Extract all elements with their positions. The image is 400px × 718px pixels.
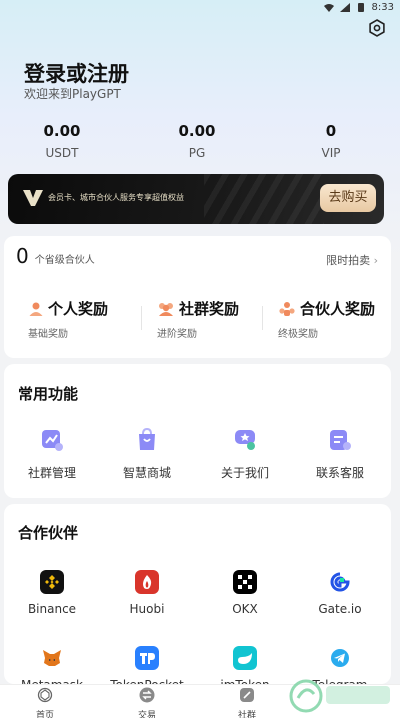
stat-label: VIP	[321, 146, 341, 160]
chart-icon	[42, 430, 63, 451]
imtoken-icon	[233, 646, 257, 670]
binance-icon	[40, 570, 64, 594]
clock-time: 8:33	[371, 1, 394, 13]
reward-subtitle: 终极奖励	[278, 329, 318, 340]
stat-pg[interactable]: 0.00 PG	[147, 122, 247, 160]
tab-label: 交易	[137, 711, 156, 718]
okx-icon	[233, 570, 257, 594]
tab-label: 首页	[35, 711, 54, 718]
partner-count: 0	[16, 244, 29, 268]
wifi-icon	[323, 3, 334, 12]
reward-title: 个人奖励	[48, 300, 109, 318]
partners-icon	[279, 301, 295, 316]
banner-stripes	[204, 174, 324, 224]
telegram-icon	[328, 646, 352, 670]
function-label: 联系客服	[315, 466, 364, 480]
functions-title: 常用功能	[18, 385, 79, 403]
divider	[141, 306, 142, 330]
huobi-icon	[135, 570, 159, 594]
badge-icon	[235, 430, 255, 450]
stat-value: 0.00	[43, 122, 81, 140]
reward-subtitle: 基础奖励	[28, 329, 68, 340]
welcome-subtitle: 欢迎来到PlayGPT	[24, 87, 121, 101]
community-icon	[240, 688, 254, 702]
person-icon	[29, 302, 43, 316]
partner-binance[interactable]: Binance	[7, 570, 97, 616]
reward-title: 合伙人奖励	[300, 300, 376, 318]
stat-label: USDT	[45, 146, 79, 160]
signal-icon	[339, 2, 350, 12]
function-smart-mall[interactable]: 智慧商城	[102, 427, 192, 481]
shop-bag-icon	[139, 427, 155, 450]
limited-auction-link[interactable]: 限时拍卖 ›	[326, 252, 378, 268]
function-label: 社群管理	[27, 466, 76, 480]
settings-gear-icon[interactable]	[368, 19, 386, 37]
auction-label: 限时拍卖	[326, 254, 371, 267]
tokenpocket-icon	[135, 646, 159, 670]
stat-value: 0	[325, 122, 337, 140]
divider	[262, 306, 263, 330]
partner-gateio[interactable]: Gate.io	[295, 570, 385, 616]
reward-community[interactable]: 社群奖励 进阶奖励	[157, 298, 240, 340]
partner-label: Gate.io	[318, 602, 362, 616]
battery-icon	[357, 2, 364, 12]
partner-label: Huobi	[129, 602, 165, 616]
buy-button[interactable]: 去购买	[320, 184, 376, 212]
membership-banner[interactable]: 会员卡、城市合伙人服务专享超值权益 去购买	[8, 174, 384, 224]
function-label: 关于我们	[220, 466, 269, 480]
function-label: 智慧商城	[122, 466, 171, 480]
stat-usdt[interactable]: 0.00 USDT	[12, 122, 112, 160]
function-customer-service[interactable]: 联系客服	[295, 428, 385, 481]
partner-huobi[interactable]: Huobi	[102, 570, 192, 616]
reward-title: 社群奖励	[179, 300, 240, 318]
stat-label: PG	[188, 146, 206, 160]
tab-community[interactable]: 社群	[217, 687, 277, 718]
stat-value: 0.00	[178, 122, 216, 140]
login-register-title[interactable]: 登录或注册	[24, 58, 129, 88]
tab-trade[interactable]: 交易	[117, 687, 177, 718]
reward-partner[interactable]: 合伙人奖励 终极奖励	[278, 298, 376, 340]
status-bar: 8:33	[0, 0, 400, 14]
service-card-icon	[330, 430, 351, 450]
home-openai-icon	[37, 687, 53, 703]
swap-icon	[139, 687, 155, 703]
reward-personal[interactable]: 个人奖励 基础奖励	[28, 298, 109, 340]
site-watermark-logo	[289, 679, 390, 713]
partner-count-label: 个省级合伙人	[34, 255, 95, 266]
tab-home[interactable]: 首页	[15, 687, 75, 718]
group-icon	[159, 302, 173, 316]
v-logo-icon	[23, 190, 43, 206]
function-community-manage[interactable]: 社群管理	[7, 428, 97, 481]
tab-label: 社群	[237, 711, 256, 718]
function-about-us[interactable]: 关于我们	[200, 428, 290, 481]
gateio-icon	[328, 570, 352, 594]
balance-stats: 0.00 USDT 0.00 PG 0 VIP	[0, 122, 400, 162]
reward-subtitle: 进阶奖励	[157, 329, 197, 340]
partner-count-row: 0 个省级合伙人	[16, 244, 95, 268]
partner-label: Binance	[27, 602, 77, 616]
partner-label: OKX	[232, 602, 258, 616]
partners-title: 合作伙伴	[18, 524, 79, 542]
stat-vip[interactable]: 0 VIP	[281, 122, 381, 160]
chevron-right-icon: ›	[373, 254, 378, 267]
metamask-icon	[40, 646, 64, 670]
partner-okx[interactable]: OKX	[200, 570, 290, 616]
banner-text: 会员卡、城市合伙人服务专享超值权益	[48, 193, 184, 202]
